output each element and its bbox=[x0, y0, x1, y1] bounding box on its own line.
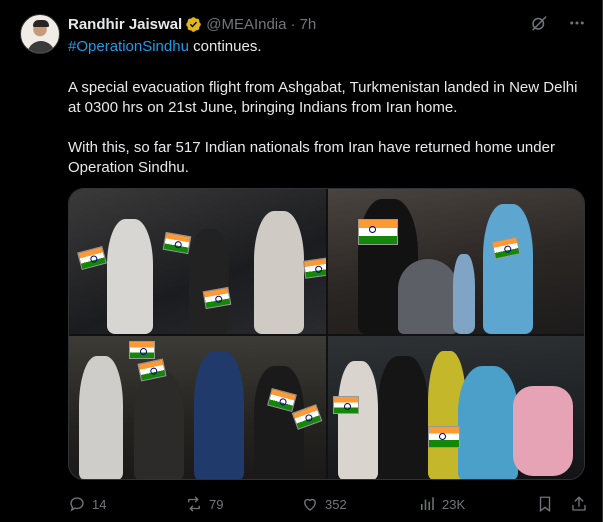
post-line-1: #OperationSindhu continues. bbox=[68, 37, 588, 57]
post-paragraph-3: With this, so far 517 Indian nationals f… bbox=[68, 139, 555, 176]
tweet-header: Randhir Jaiswal @MEAIndia · 7h bbox=[68, 14, 316, 34]
flag-icon bbox=[129, 341, 155, 359]
media-grid bbox=[68, 188, 585, 480]
like-count: 352 bbox=[325, 496, 347, 512]
views-button[interactable]: 23K bbox=[418, 493, 465, 515]
post-paragraph-2: A special evacuation flight from Ashgaba… bbox=[68, 79, 578, 116]
views-icon bbox=[421, 497, 434, 510]
like-icon bbox=[304, 498, 316, 511]
reply-count: 14 bbox=[92, 496, 107, 512]
flag-icon bbox=[302, 257, 326, 279]
figure bbox=[453, 254, 475, 334]
figure bbox=[338, 361, 378, 479]
figure bbox=[458, 366, 518, 479]
avatar-shoulders bbox=[27, 41, 55, 53]
share-icon bbox=[572, 496, 586, 511]
photo-1[interactable] bbox=[69, 189, 326, 334]
action-bar: 14 79 352 23K bbox=[68, 493, 588, 515]
photo-3[interactable] bbox=[69, 336, 326, 479]
avatar[interactable] bbox=[20, 14, 60, 54]
flag-icon bbox=[333, 396, 359, 414]
figure bbox=[194, 351, 244, 479]
views-count: 23K bbox=[442, 496, 466, 512]
avatar-hair bbox=[33, 20, 49, 27]
repost-count: 79 bbox=[209, 496, 224, 512]
hashtag-link[interactable]: #OperationSindhu bbox=[68, 38, 189, 55]
photo-4[interactable] bbox=[328, 336, 584, 479]
like-button[interactable]: 352 bbox=[301, 493, 347, 515]
repost-button[interactable]: 79 bbox=[185, 493, 223, 515]
flag-icon bbox=[162, 231, 192, 255]
figure bbox=[134, 371, 184, 479]
repost-icon bbox=[188, 496, 200, 512]
figure bbox=[378, 356, 428, 479]
grok-icon[interactable] bbox=[530, 14, 548, 32]
flag-icon bbox=[428, 426, 460, 448]
bookmark-button[interactable] bbox=[536, 493, 554, 515]
photo-2[interactable] bbox=[328, 189, 584, 334]
backpack bbox=[513, 386, 573, 476]
flag-icon bbox=[77, 245, 107, 271]
separator-dot: · bbox=[290, 15, 296, 33]
reply-icon bbox=[70, 497, 84, 512]
top-actions bbox=[530, 14, 586, 32]
stroller bbox=[398, 259, 458, 334]
post-time[interactable]: 7h bbox=[299, 16, 316, 33]
author-name[interactable]: Randhir Jaiswal bbox=[68, 16, 182, 33]
tweet-card[interactable]: Randhir Jaiswal @MEAIndia · 7h #Operatio… bbox=[0, 0, 603, 522]
figure bbox=[189, 229, 229, 334]
figure bbox=[483, 204, 533, 334]
more-icon[interactable] bbox=[568, 14, 586, 32]
reply-button[interactable]: 14 bbox=[68, 493, 106, 515]
share-button[interactable] bbox=[570, 493, 588, 515]
flag-icon bbox=[358, 219, 398, 245]
author-handle[interactable]: @MEAIndia bbox=[206, 16, 286, 33]
bookmark-icon bbox=[539, 496, 551, 513]
verified-badge-icon bbox=[186, 16, 201, 32]
figure bbox=[79, 356, 123, 479]
figure bbox=[107, 219, 153, 334]
figure bbox=[254, 211, 304, 334]
post-line-1-rest: continues. bbox=[188, 38, 262, 55]
